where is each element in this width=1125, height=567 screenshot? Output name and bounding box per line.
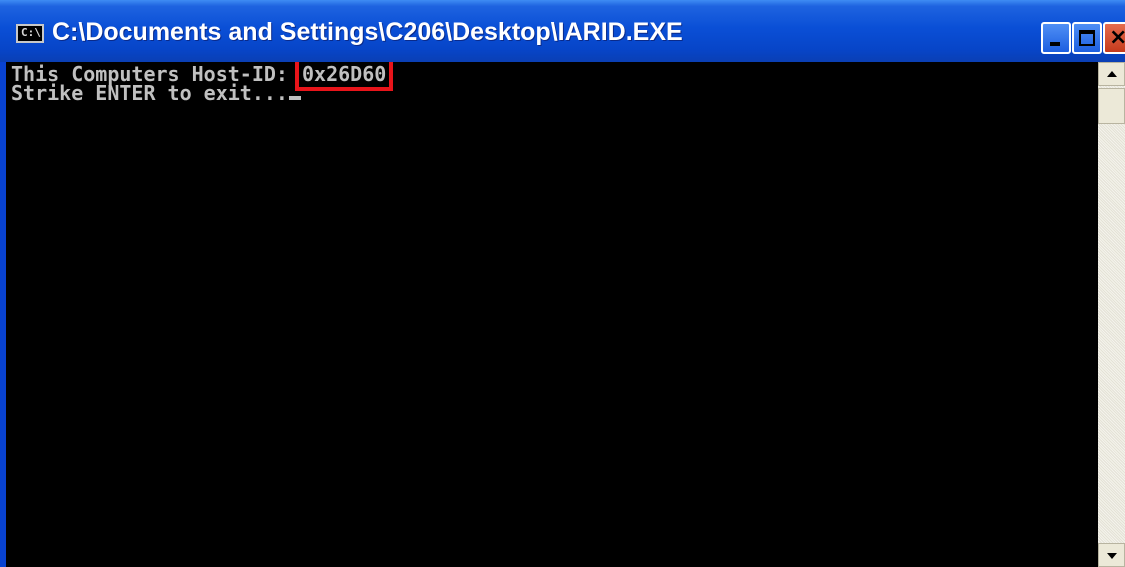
window-title: C:\Documents and Settings\C206\Desktop\I… xyxy=(52,18,683,46)
scroll-up-button[interactable] xyxy=(1098,62,1125,86)
minimize-icon xyxy=(1050,42,1060,46)
maximize-icon xyxy=(1079,30,1095,46)
scroll-down-arrow-icon xyxy=(1107,553,1117,559)
text-cursor xyxy=(288,96,301,100)
minimize-button[interactable] xyxy=(1041,22,1071,54)
app-icon-label: C:\ xyxy=(21,26,41,39)
console-output[interactable]: This Computers Host-ID: 0x26D60 Strike E… xyxy=(6,62,1098,567)
scroll-thumb[interactable] xyxy=(1098,88,1125,124)
title-bar[interactable]: C:\ C:\Documents and Settings\C206\Deskt… xyxy=(0,0,1125,62)
host-id-value: 0x26D60 xyxy=(294,62,394,91)
console-app-icon[interactable]: C:\ xyxy=(16,24,44,43)
vertical-scrollbar[interactable] xyxy=(1098,62,1125,567)
exit-prompt-text: Strike ENTER to exit... xyxy=(11,81,288,105)
close-icon: × xyxy=(1109,25,1125,50)
scroll-up-arrow-icon xyxy=(1107,71,1117,77)
scroll-down-button[interactable] xyxy=(1098,543,1125,567)
console-window: C:\ C:\Documents and Settings\C206\Deskt… xyxy=(0,0,1125,567)
exit-prompt-line: Strike ENTER to exit... xyxy=(11,81,301,105)
maximize-button[interactable] xyxy=(1072,22,1102,54)
close-button[interactable]: × xyxy=(1103,22,1125,54)
